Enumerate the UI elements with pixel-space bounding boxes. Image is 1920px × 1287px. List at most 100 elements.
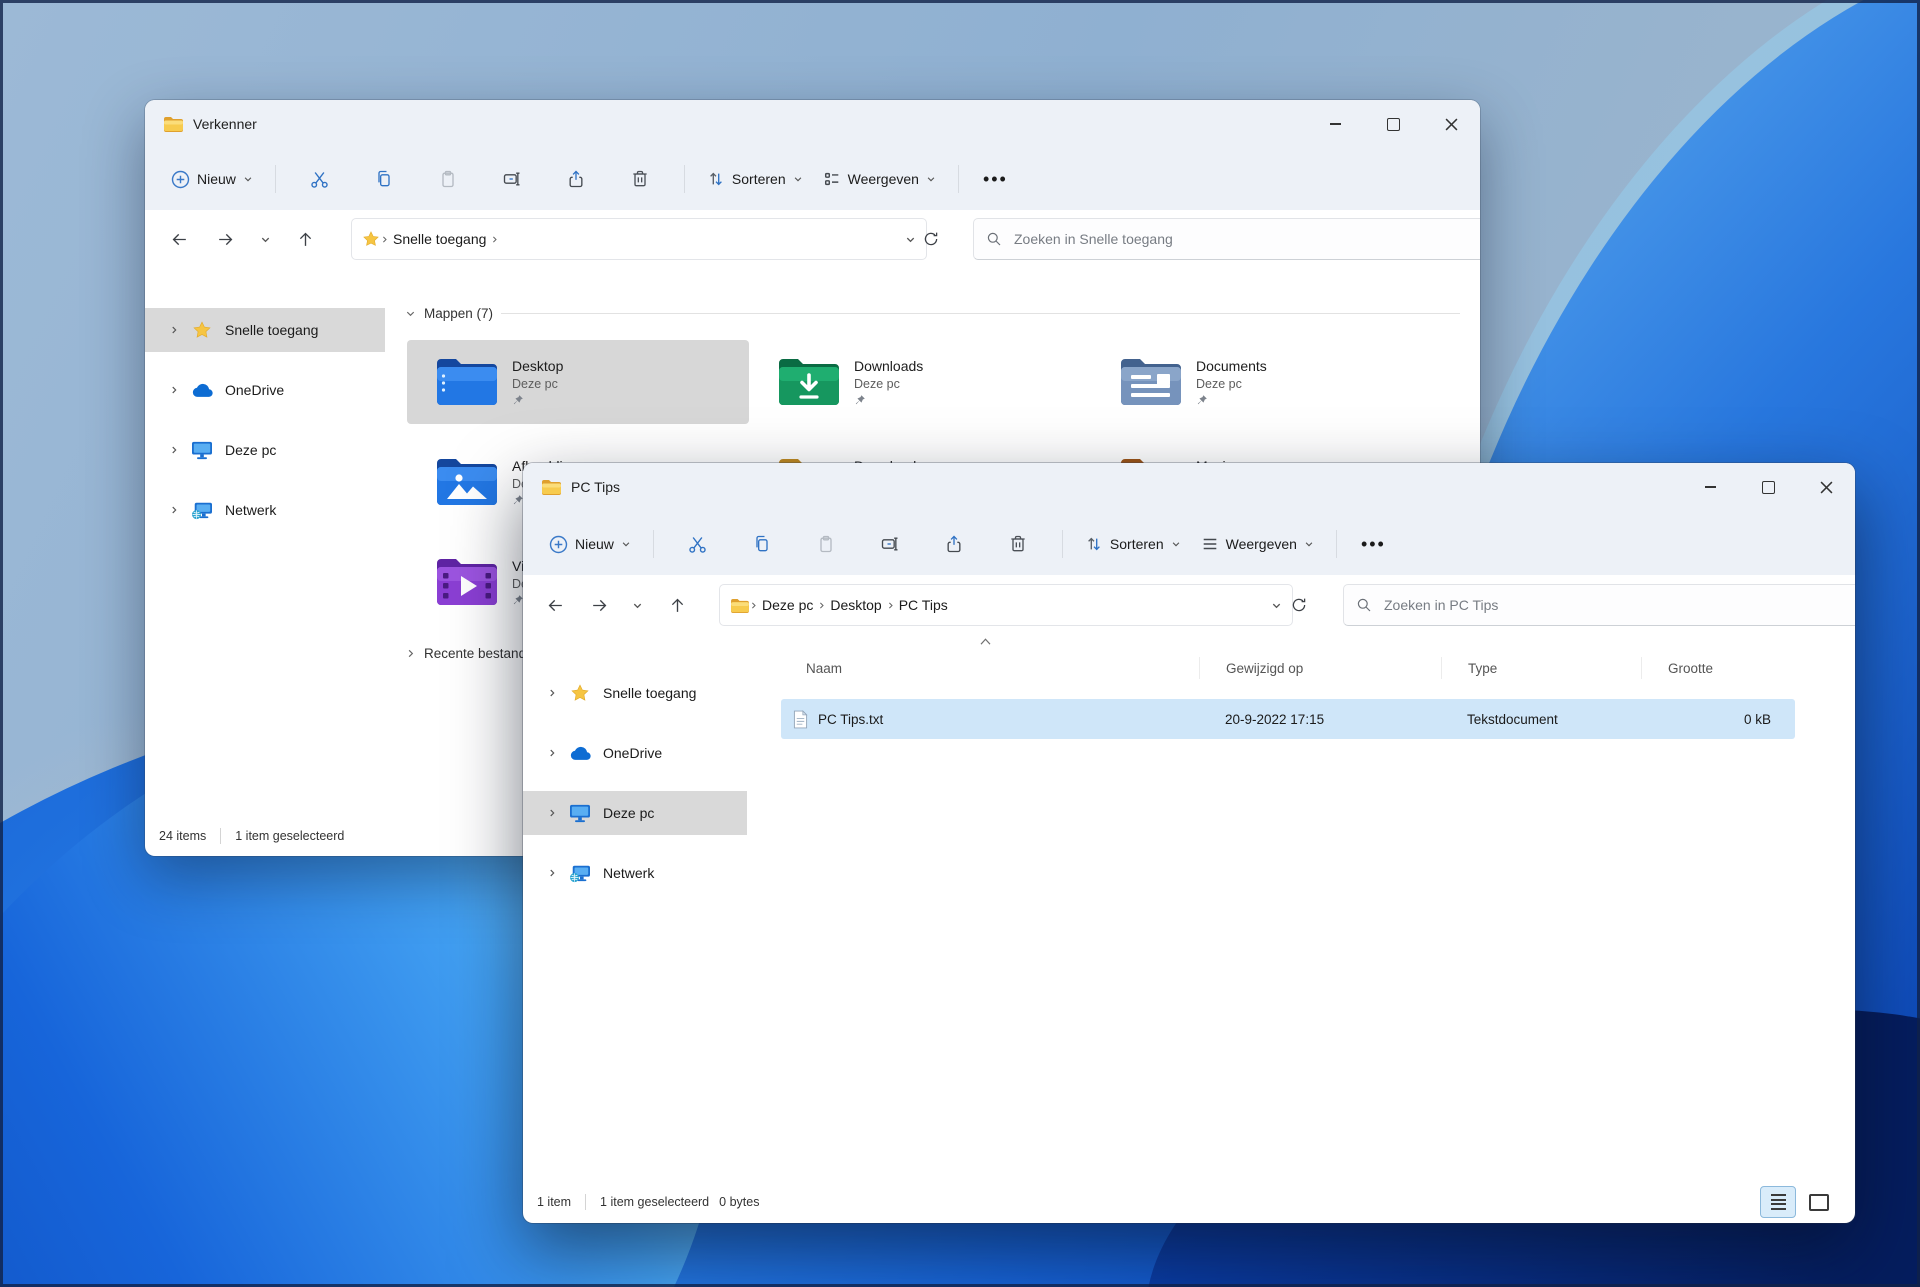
selection-count: 1 item geselecteerd: [600, 1195, 709, 1209]
sidebar-item-snelle-toegang[interactable]: Snelle toegang: [145, 308, 385, 352]
tile-subtitle: Deze pc: [512, 376, 563, 393]
sidebar-item-label: Deze pc: [603, 805, 654, 821]
pin-icon: [512, 394, 563, 407]
chevron-right-icon[interactable]: [163, 505, 185, 515]
close-button[interactable]: [1797, 463, 1855, 511]
chevron-right-icon[interactable]: [163, 325, 185, 335]
section-header-mappen[interactable]: Mappen (7): [405, 306, 1460, 321]
view-button-label: Weergeven: [1226, 536, 1297, 552]
view-button[interactable]: Weergeven: [813, 159, 946, 199]
more-options-button[interactable]: •••: [1349, 534, 1398, 555]
breadcrumb-segment-desktop[interactable]: Desktop: [826, 597, 885, 613]
tile-name: Documents: [1196, 357, 1267, 376]
sort-button[interactable]: Sorteren: [1075, 524, 1191, 564]
sidebar-item-netwerk[interactable]: Netwerk: [523, 851, 747, 895]
sidebar-item-deze-pc[interactable]: Deze pc: [523, 791, 747, 835]
tile-name: Desktop: [512, 357, 563, 376]
section-divider: [501, 313, 1460, 314]
forward-button[interactable]: [581, 587, 617, 623]
copy-button[interactable]: [739, 524, 785, 564]
breadcrumb-segment-pc-tips[interactable]: PC Tips: [895, 597, 952, 613]
column-header-naam[interactable]: Naam: [781, 657, 1199, 679]
search-box[interactable]: [973, 218, 1480, 260]
breadcrumb-segment[interactable]: Snelle toegang: [389, 231, 490, 247]
status-bar: 1 item 1 item geselecteerd 0 bytes: [523, 1181, 1855, 1223]
refresh-button[interactable]: [1281, 587, 1317, 623]
back-button[interactable]: [161, 221, 197, 257]
search-input[interactable]: [1382, 596, 1853, 614]
copy-button[interactable]: [361, 159, 407, 199]
sidebar-item-netwerk[interactable]: Netwerk: [145, 488, 385, 532]
minimize-button[interactable]: [1681, 463, 1739, 511]
delete-button[interactable]: [995, 524, 1041, 564]
chevron-right-icon[interactable]: [541, 688, 563, 698]
view-button[interactable]: Weergeven: [1191, 524, 1324, 564]
folder-icon: [541, 479, 561, 495]
forward-button[interactable]: [207, 221, 243, 257]
titlebar[interactable]: Verkenner: [145, 100, 1480, 148]
column-header-type[interactable]: Type: [1441, 657, 1641, 679]
sort-button-label: Sorteren: [732, 171, 786, 187]
chevron-right-icon[interactable]: [163, 385, 185, 395]
sidebar: Snelle toegang OneDrive Deze pc Netwerk: [523, 635, 753, 1181]
window-title: Verkenner: [193, 116, 257, 132]
address-bar[interactable]: Snelle toegang: [351, 218, 927, 260]
maximize-button[interactable]: [1739, 463, 1797, 511]
rename-button[interactable]: [867, 524, 913, 564]
command-bar: Nieuw Sorteren Weergeven •••: [523, 513, 1855, 575]
new-button[interactable]: Nieuw: [539, 524, 641, 564]
column-header-grootte[interactable]: Grootte: [1641, 657, 1781, 679]
paste-button[interactable]: [425, 159, 471, 199]
delete-button[interactable]: [617, 159, 663, 199]
window-body: Snelle toegang OneDrive Deze pc Netwerk: [523, 635, 1855, 1181]
cut-button[interactable]: [675, 524, 721, 564]
chevron-right-icon[interactable]: [541, 748, 563, 758]
cut-button[interactable]: [297, 159, 343, 199]
chevron-down-icon: [1171, 539, 1181, 549]
history-dropdown-button[interactable]: [623, 587, 651, 623]
sort-button[interactable]: Sorteren: [697, 159, 813, 199]
sidebar-item-onedrive[interactable]: OneDrive: [523, 731, 747, 775]
back-button[interactable]: [537, 587, 573, 623]
chevron-down-icon[interactable]: [405, 308, 416, 319]
search-box[interactable]: [1343, 584, 1855, 626]
minimize-button[interactable]: [1306, 100, 1364, 148]
search-input[interactable]: [1012, 230, 1478, 248]
sort-button-label: Sorteren: [1110, 536, 1164, 552]
paste-button[interactable]: [803, 524, 849, 564]
view-button-label: Weergeven: [848, 171, 919, 187]
details-view-button[interactable]: [1760, 1186, 1796, 1218]
titlebar[interactable]: PC Tips: [523, 463, 1855, 511]
chevron-right-icon[interactable]: [405, 648, 416, 659]
refresh-button[interactable]: [913, 221, 949, 257]
chevron-right-icon[interactable]: [541, 868, 563, 878]
more-options-button[interactable]: •••: [971, 169, 1020, 190]
text-file-icon: [793, 710, 808, 729]
large-icons-view-icon: [1809, 1194, 1829, 1211]
chevron-right-icon[interactable]: [163, 445, 185, 455]
sidebar-item-deze-pc[interactable]: Deze pc: [145, 428, 385, 472]
share-button[interactable]: [931, 524, 977, 564]
close-button[interactable]: [1422, 100, 1480, 148]
file-row-pc-tips-txt[interactable]: PC Tips.txt 20-9-2022 17:15 Tekstdocumen…: [781, 699, 1795, 739]
tile-documents[interactable]: Documents Deze pc: [1091, 340, 1433, 424]
tile-downloads[interactable]: Downloads Deze pc: [749, 340, 1091, 424]
column-header-gewijzigd-op[interactable]: Gewijzigd op: [1199, 657, 1441, 679]
sidebar-item-snelle-toegang[interactable]: Snelle toegang: [523, 671, 747, 715]
view-details-icon: [1201, 535, 1219, 553]
large-icons-view-button[interactable]: [1801, 1186, 1837, 1218]
rename-button[interactable]: [489, 159, 535, 199]
history-dropdown-button[interactable]: [251, 221, 279, 257]
maximize-button[interactable]: [1364, 100, 1422, 148]
new-button[interactable]: Nieuw: [161, 159, 263, 199]
address-bar[interactable]: Deze pc Desktop PC Tips: [719, 584, 1293, 626]
up-button[interactable]: [659, 587, 695, 623]
search-icon: [986, 231, 1002, 247]
up-button[interactable]: [287, 221, 323, 257]
share-button[interactable]: [553, 159, 599, 199]
breadcrumb-segment-deze-pc[interactable]: Deze pc: [758, 597, 817, 613]
tile-desktop[interactable]: Desktop Deze pc: [407, 340, 749, 424]
sidebar-item-label: Netwerk: [225, 502, 276, 518]
chevron-right-icon[interactable]: [541, 808, 563, 818]
sidebar-item-onedrive[interactable]: OneDrive: [145, 368, 385, 412]
